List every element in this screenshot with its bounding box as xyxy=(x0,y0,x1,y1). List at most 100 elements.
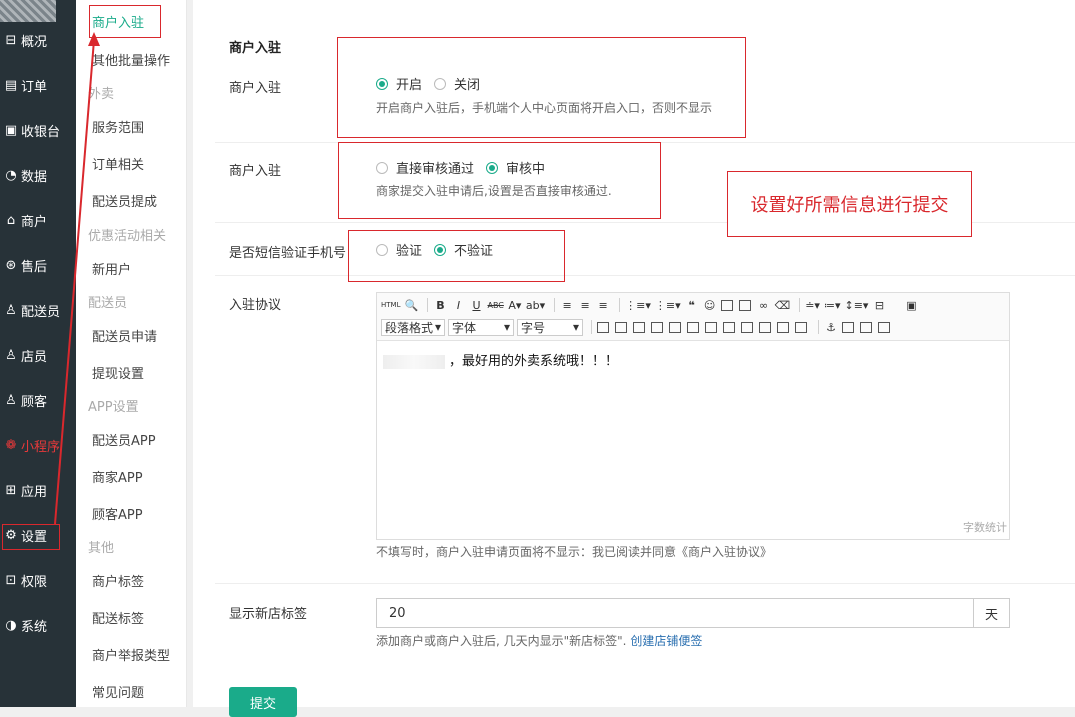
split-cells-icon[interactable] xyxy=(741,321,753,333)
days-unit: 天 xyxy=(973,598,1010,628)
subnav-item-order-related[interactable]: 订单相关 xyxy=(92,154,144,173)
table-split-icon[interactable] xyxy=(795,321,807,333)
html-source-button[interactable]: HTML xyxy=(381,297,400,313)
blockquote-icon[interactable]: ❝ xyxy=(685,297,699,313)
subnav-item-batch-ops[interactable]: 其他批量操作 xyxy=(92,50,170,69)
editor-toolbar: HTML 🔍 B I U ABC A▾ ab▾ ≡ ≡ ≡ ⋮≡▾ ⋮≡▾ ❝ … xyxy=(377,293,1009,341)
subnav-group-promotions: 优惠活动相关 xyxy=(88,229,167,244)
blurred-text xyxy=(383,354,445,369)
sidebar-item-label: 订单 xyxy=(21,79,48,95)
sidebar-item-order[interactable]: ▤ 订单 xyxy=(0,70,76,100)
underline-button[interactable]: U xyxy=(469,297,483,313)
delete-row-icon[interactable] xyxy=(759,321,771,333)
toolbar-separator xyxy=(818,320,819,334)
indent-icon[interactable]: ≔▾ xyxy=(824,297,841,313)
word-count: 字数统计 xyxy=(963,521,1007,534)
subnav-item-customer-app[interactable]: 顾客APP xyxy=(92,504,143,523)
preview-icon[interactable]: 🔍 xyxy=(404,297,419,313)
sidebar-item-label: 收银台 xyxy=(21,124,61,140)
bold-button[interactable]: B xyxy=(433,297,447,313)
agreement-label: 入驻协议 xyxy=(229,298,282,313)
fullscreen-icon[interactable]: ▣ xyxy=(904,297,918,313)
merge-cells-icon[interactable] xyxy=(723,321,735,333)
delete-table-icon[interactable] xyxy=(777,321,789,333)
sidebar-item-lock[interactable]: ⊡ 权限 xyxy=(0,565,76,595)
new-store-days-input[interactable]: 20 xyxy=(376,598,974,628)
create-store-note-link[interactable]: 创建店铺便签 xyxy=(630,634,702,648)
font-size-select[interactable]: 字号 ▾ xyxy=(517,318,583,336)
sidebar-item-system[interactable]: ◑ 系统 xyxy=(0,610,76,640)
image-icon[interactable] xyxy=(720,299,733,311)
sidebar-item-courier[interactable]: ♙ 配送员 xyxy=(0,295,76,325)
toolbar-separator xyxy=(591,320,592,334)
sidebar-item-apps[interactable]: ⊞ 应用 xyxy=(0,475,76,505)
sidebar-item-label: 数据 xyxy=(21,169,48,185)
line-height-icon[interactable]: ↕≡▾ xyxy=(844,297,868,313)
subnav-item-faq[interactable]: 常见问题 xyxy=(92,682,144,701)
sidebar-item-miniprogram[interactable]: ❁ 小程序 xyxy=(0,430,76,460)
eraser-icon[interactable]: ⌫ xyxy=(775,297,791,313)
highlight-color-button[interactable]: ab▾ xyxy=(526,297,545,313)
sidebar-item-aftersale[interactable]: ⊛ 售后 xyxy=(0,250,76,280)
align-left-icon[interactable]: ≡ xyxy=(560,297,574,313)
print-icon[interactable] xyxy=(860,321,872,333)
new-store-tag-hint: 添加商户或商户入驻后, 几天内显示"新店标签". 创建店铺便签 xyxy=(376,634,703,648)
subnav-item-report-types[interactable]: 商户举报类型 xyxy=(92,645,170,664)
apps-icon: ⊞ xyxy=(5,482,17,498)
submit-button[interactable]: 提交 xyxy=(229,687,297,717)
subnav-item-courier-commission[interactable]: 配送员提成 xyxy=(92,191,157,210)
subnav-item-courier-apply[interactable]: 配送员申请 xyxy=(92,326,157,345)
editor-content[interactable]: ，最好用的外卖系统哦！！！ xyxy=(383,350,618,369)
subnav-item-merchant-tags[interactable]: 商户标签 xyxy=(92,571,144,590)
subnav-item-withdraw[interactable]: 提现设置 xyxy=(92,363,144,382)
insert-row-above-icon[interactable] xyxy=(633,321,645,333)
subnav-item-merchant-app[interactable]: 商家APP xyxy=(92,467,143,486)
sidebar-item-data[interactable]: ◔ 数据 xyxy=(0,160,76,190)
align-right-icon[interactable]: ≡ xyxy=(596,297,610,313)
sidebar-item-overview[interactable]: ⊟ 概况 xyxy=(0,25,76,55)
sidebar-item-customer[interactable]: ♙ 顾客 xyxy=(0,385,76,415)
paragraph-spacing-icon[interactable]: ≐▾ xyxy=(805,297,820,313)
table-icon[interactable] xyxy=(597,321,609,333)
subnav-item-service-area[interactable]: 服务范围 xyxy=(92,117,144,136)
insert-col-right-icon[interactable] xyxy=(687,321,699,333)
file-icon[interactable] xyxy=(738,299,751,311)
sms-verify-label: 是否短信验证手机号 xyxy=(229,246,347,261)
annotation-box-settings xyxy=(2,524,60,550)
customer-icon: ♙ xyxy=(5,392,17,408)
sidebar-item-clerk[interactable]: ♙ 店员 xyxy=(0,340,76,370)
sidebar-item-label: 配送员 xyxy=(21,304,61,320)
merchant-icon: ⌂ xyxy=(6,212,16,228)
subnav-item-delivery-tags[interactable]: 配送标签 xyxy=(92,608,144,627)
paragraph-format-select[interactable]: 段落格式 ▾ xyxy=(381,318,445,336)
rich-text-editor[interactable]: HTML 🔍 B I U ABC A▾ ab▾ ≡ ≡ ≡ ⋮≡▾ ⋮≡▾ ❝ … xyxy=(376,292,1010,540)
logo xyxy=(0,0,56,22)
italic-button[interactable]: I xyxy=(451,297,465,313)
delete-col-icon[interactable] xyxy=(705,321,717,333)
annotation-box-review xyxy=(338,142,661,219)
sidebar-item-label: 概况 xyxy=(21,34,48,50)
strikethrough-button[interactable]: ABC xyxy=(487,297,503,313)
insert-row-below-icon[interactable] xyxy=(651,321,663,333)
align-center-icon[interactable]: ≡ xyxy=(578,297,592,313)
sidebar-item-merchant[interactable]: ⌂ 商户 xyxy=(0,205,76,235)
link-icon[interactable]: ∞ xyxy=(757,297,771,313)
paste-icon[interactable] xyxy=(878,321,890,333)
emoji-icon[interactable]: ☺ xyxy=(703,297,717,313)
insert-col-left-icon[interactable] xyxy=(669,321,681,333)
template-icon[interactable] xyxy=(842,321,854,333)
sidebar-item-cashier[interactable]: ▣ 收银台 xyxy=(0,115,76,145)
subnav-item-new-user[interactable]: 新用户 xyxy=(92,259,131,278)
ordered-list-icon[interactable]: ⋮≡▾ xyxy=(625,297,651,313)
anchor-icon[interactable]: ⚓ xyxy=(824,319,838,335)
editor-toolbar-row-2: 段落格式 ▾ 字体 ▾ 字号 ▾ ⚓ xyxy=(381,317,896,337)
annotation-box-sms xyxy=(348,230,565,282)
table-properties-icon[interactable] xyxy=(615,321,627,333)
font-family-select[interactable]: 字体 ▾ xyxy=(448,318,514,336)
toolbar-separator xyxy=(554,298,556,312)
format-painter-icon[interactable]: ⊟ xyxy=(872,297,886,313)
subnav-item-courier-app[interactable]: 配送员APP xyxy=(92,430,156,449)
lock-icon: ⊡ xyxy=(5,572,17,588)
unordered-list-icon[interactable]: ⋮≡▾ xyxy=(655,297,681,313)
font-color-button[interactable]: A▾ xyxy=(508,297,522,313)
